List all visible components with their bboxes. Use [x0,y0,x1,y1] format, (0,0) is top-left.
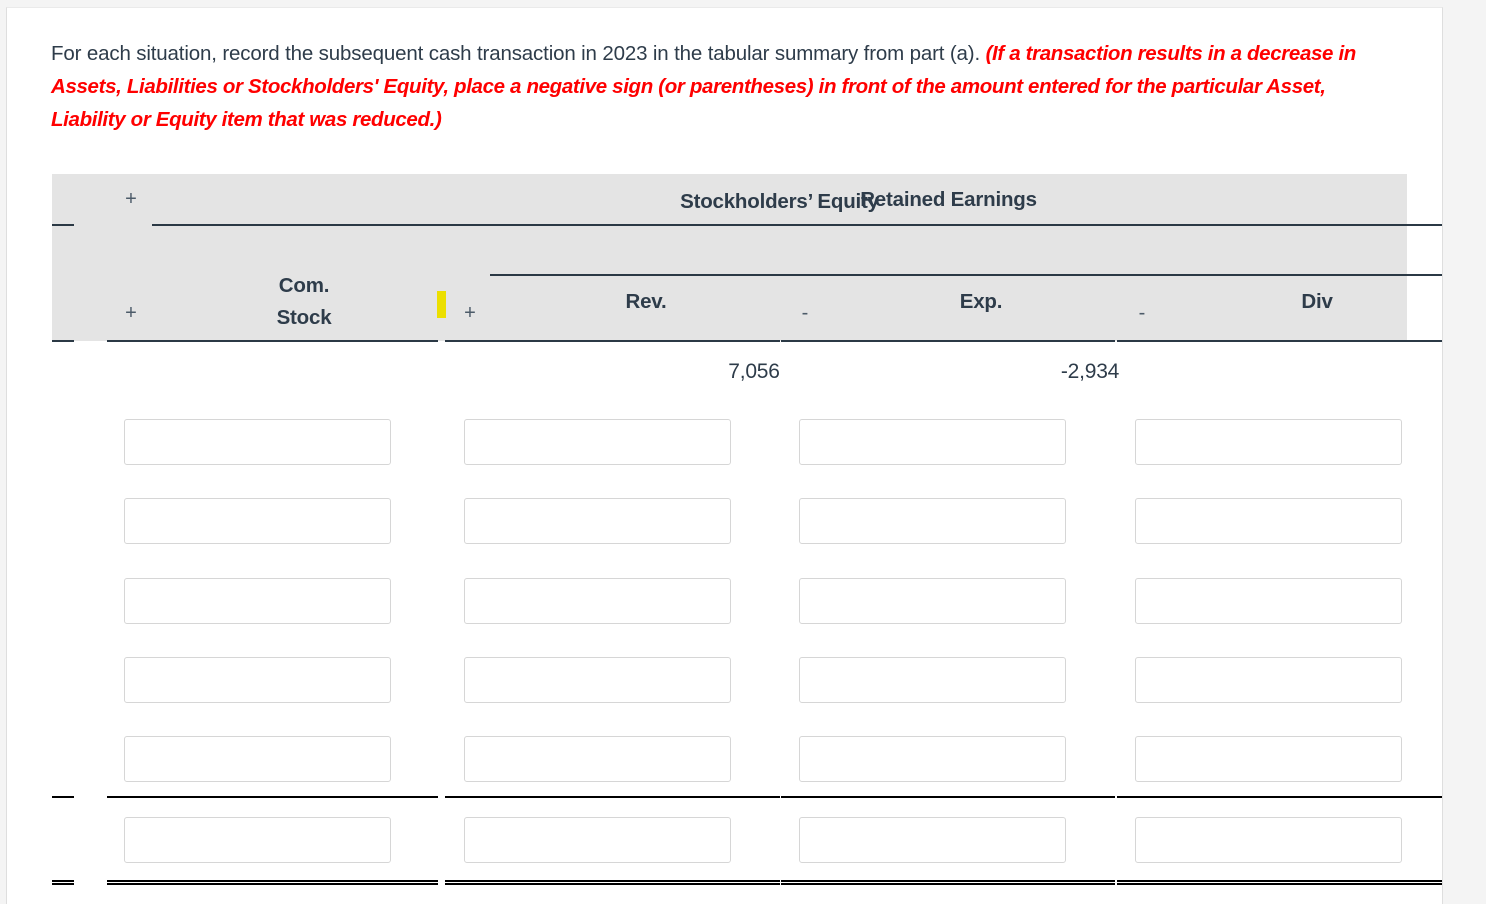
column-header-com-stock: Com. Stock [170,270,438,334]
column-header-div: Div [1301,290,1333,313]
instruction-lead-text: For each situation, record the subsequen… [51,42,986,65]
entry-input-stock-row6[interactable] [124,817,391,863]
rule-operator-bottom [52,340,74,342]
header-band-subgroup [52,225,1407,275]
entry-input-div-row3[interactable] [1135,578,1402,624]
rule-operator-top [52,224,74,226]
entry-input-stock-row5[interactable] [124,736,391,782]
total-rule-operator [52,880,74,885]
entry-input-rev-row5[interactable] [464,736,731,782]
rule-under-exp [781,340,1115,342]
question-instructions: For each situation, record the subsequen… [51,37,1401,136]
subtotal-rule-com-stock [107,796,438,798]
page-root: For each situation, record the subsequen… [0,0,1486,904]
column-header-com-stock-line1: Com. [278,274,330,297]
subgroup-header-retained-earnings: Retained Earnings [860,188,1037,211]
rule-under-subgroup-header [490,274,1442,276]
entry-input-stock-row1[interactable] [124,419,391,465]
entry-input-exp-row3[interactable] [799,578,1066,624]
total-rule-rev [445,880,780,885]
rule-under-div [1117,340,1442,342]
entry-input-stock-row3[interactable] [124,578,391,624]
entry-input-exp-row1[interactable] [799,419,1066,465]
operator-minus-before-exp: - [801,302,809,324]
entry-input-exp-row6[interactable] [799,817,1066,863]
subtotal-rule-exp [781,796,1115,798]
total-rule-com-stock [107,880,438,885]
entry-input-div-row6[interactable] [1135,817,1402,863]
entry-input-div-row4[interactable] [1135,657,1402,703]
operator-plus-before-com-stock: + [125,302,137,324]
entry-input-exp-row2[interactable] [799,498,1066,544]
question-card: For each situation, record the subsequen… [6,7,1443,904]
entry-input-stock-row2[interactable] [124,498,391,544]
total-rule-exp [781,880,1115,885]
subtotal-rule-operator [52,796,74,798]
column-header-rev: Rev. [625,290,667,313]
entry-input-div-row5[interactable] [1135,736,1402,782]
entry-input-stock-row4[interactable] [124,657,391,703]
total-rule-div [1117,880,1442,885]
column-header-exp: Exp. [959,290,1003,313]
operator-minus-before-div: - [1138,302,1146,324]
operator-plus-top: + [125,188,137,210]
entry-input-exp-row5[interactable] [799,736,1066,782]
column-header-com-stock-line2: Stock [276,306,332,329]
rule-under-group-header [152,224,1442,226]
subtotal-rule-div [1117,796,1442,798]
text-cursor-highlight [437,291,446,318]
operator-plus-before-rev: + [464,302,476,324]
entry-input-rev-row1[interactable] [464,419,731,465]
entry-input-rev-row3[interactable] [464,578,731,624]
entry-input-div-row1[interactable] [1135,419,1402,465]
rule-under-rev [445,340,780,342]
balance-value-rev: 7,056 [728,360,780,383]
subtotal-rule-rev [445,796,780,798]
balance-value-exp: -2,934 [1060,360,1120,383]
entry-input-rev-row4[interactable] [464,657,731,703]
entry-input-rev-row2[interactable] [464,498,731,544]
entry-input-exp-row4[interactable] [799,657,1066,703]
rule-under-com-stock [107,340,438,342]
entry-input-div-row2[interactable] [1135,498,1402,544]
entry-input-rev-row6[interactable] [464,817,731,863]
tabular-summary: Stockholders’ Equity + Retained Earnings… [52,174,1442,904]
page-top-strip [0,0,1486,7]
